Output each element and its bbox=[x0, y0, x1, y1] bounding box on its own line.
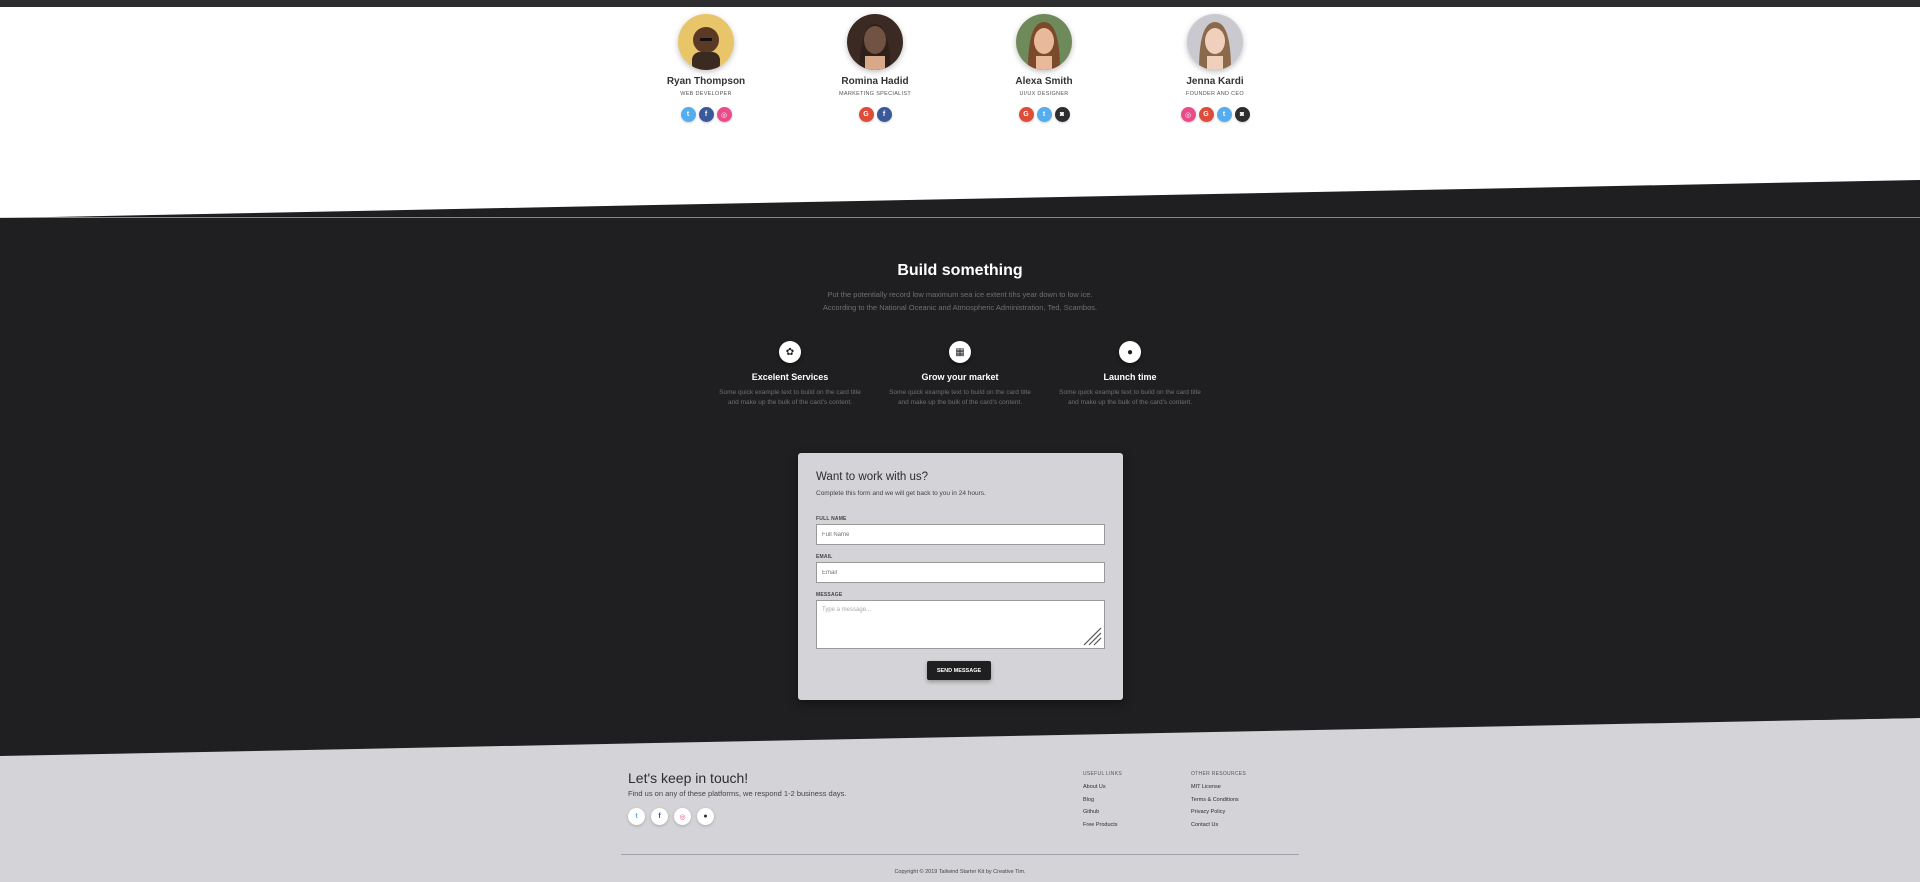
section-divider bbox=[0, 180, 1920, 218]
form-title: Want to work with us? bbox=[816, 471, 929, 483]
footer-link-about-us[interactable]: About Us bbox=[1083, 784, 1122, 790]
avatar bbox=[678, 14, 734, 70]
avatar bbox=[1187, 14, 1243, 70]
footer-link-contact-us[interactable]: Contact Us bbox=[1191, 822, 1246, 828]
github-icon[interactable]: ● bbox=[697, 808, 714, 825]
fullname-input[interactable] bbox=[816, 524, 1105, 545]
google-icon[interactable]: G bbox=[1198, 107, 1214, 122]
feature-text-line: Some quick example text to build on the … bbox=[719, 389, 861, 396]
feature-text-line: Some quick example text to build on the … bbox=[889, 389, 1031, 396]
medal-icon: ✿ bbox=[779, 341, 801, 363]
feature-card: ✿ Excelent Services Some quick example t… bbox=[705, 341, 875, 408]
feature-text-line: and make up the bulk of the card's conte… bbox=[727, 399, 853, 406]
feature-title: Excelent Services bbox=[751, 372, 829, 382]
feature-text: Some quick example text to build on the … bbox=[875, 388, 1045, 408]
feature-title: Grow your market bbox=[921, 372, 999, 382]
email-label: EMAIL bbox=[816, 554, 833, 560]
send-message-button[interactable]: SEND MESSAGE bbox=[927, 661, 991, 680]
instagram-icon[interactable]: ◙ bbox=[1234, 107, 1250, 122]
member-socials: ◎ G t ◙ bbox=[1130, 107, 1300, 122]
member-name: Ryan Thompson bbox=[666, 76, 746, 87]
footer-link-blog[interactable]: Blog bbox=[1083, 797, 1122, 803]
build-subtitle: Put the potentially record low maximum s… bbox=[760, 288, 1160, 314]
feature-text-line: and make up the bulk of the card's conte… bbox=[1067, 399, 1193, 406]
fullname-label: FULL NAME bbox=[816, 516, 847, 522]
email-input[interactable] bbox=[816, 562, 1105, 583]
footer-socials: t f ◎ ● bbox=[628, 808, 714, 825]
feature-title: Launch time bbox=[1103, 372, 1157, 382]
other-resources: OTHER RESOURCES MIT License Terms & Cond… bbox=[1191, 771, 1246, 834]
lightbulb-icon: ● bbox=[1119, 341, 1141, 363]
team-member-card: Romina Hadid MARKETING SPECIALIST G f bbox=[790, 14, 960, 122]
resize-handle-icon[interactable] bbox=[1082, 626, 1102, 646]
member-socials: t f ◎ bbox=[621, 107, 791, 122]
feature-text-line: Some quick example text to build on the … bbox=[1059, 389, 1201, 396]
avatar bbox=[847, 14, 903, 70]
feature-text-line: and make up the bulk of the card's conte… bbox=[897, 399, 1023, 406]
dribbble-icon[interactable]: ◎ bbox=[1180, 107, 1196, 122]
footer-subtitle: Find us on any of these platforms, we re… bbox=[628, 789, 847, 798]
message-textarea[interactable]: Type a message... bbox=[816, 600, 1105, 649]
build-title: Build something bbox=[897, 262, 1023, 279]
google-icon[interactable]: G bbox=[858, 107, 874, 122]
member-name: Jenna Kardi bbox=[1186, 76, 1244, 87]
message-label: MESSAGE bbox=[816, 592, 843, 598]
build-subtitle-line: Put the potentially record low maximum s… bbox=[827, 290, 1093, 299]
team-member-card: Alexa Smith UI/UX DESIGNER G t ◙ bbox=[959, 14, 1129, 122]
twitter-icon[interactable]: t bbox=[680, 107, 696, 122]
footer-divider bbox=[0, 718, 1920, 756]
message-placeholder: Type a message... bbox=[822, 607, 872, 613]
member-name: Romina Hadid bbox=[841, 76, 909, 87]
facebook-icon[interactable]: f bbox=[651, 808, 668, 825]
footer-link-terms[interactable]: Terms & Conditions bbox=[1191, 797, 1246, 803]
feature-text: Some quick example text to build on the … bbox=[705, 388, 875, 408]
useful-links-title: USEFUL LINKS bbox=[1083, 771, 1122, 777]
member-role: UI/UX DESIGNER bbox=[1019, 91, 1069, 97]
member-name: Alexa Smith bbox=[1015, 76, 1073, 87]
member-socials: G f bbox=[790, 107, 960, 122]
footer-link-privacy[interactable]: Privacy Policy bbox=[1191, 809, 1246, 815]
useful-links: USEFUL LINKS About Us Blog Github Free P… bbox=[1083, 771, 1122, 834]
facebook-icon[interactable]: f bbox=[876, 107, 892, 122]
member-role: MARKETING SPECIALIST bbox=[838, 91, 911, 97]
form-subtitle: Complete this form and we will get back … bbox=[816, 490, 986, 497]
feature-text: Some quick example text to build on the … bbox=[1045, 388, 1215, 408]
feature-card: ● Launch time Some quick example text to… bbox=[1045, 341, 1215, 408]
member-socials: G t ◙ bbox=[959, 107, 1129, 122]
team-member-card: Ryan Thompson WEB DEVELOPER t f ◎ bbox=[621, 14, 791, 122]
dribbble-icon[interactable]: ◎ bbox=[716, 107, 732, 122]
facebook-icon[interactable]: f bbox=[698, 107, 714, 122]
dribbble-icon[interactable]: ◎ bbox=[674, 808, 691, 825]
footer-divider-line bbox=[621, 854, 1299, 855]
member-role: WEB DEVELOPER bbox=[680, 91, 732, 97]
footer-link-github[interactable]: Github bbox=[1083, 809, 1122, 815]
divider-line bbox=[0, 217, 1920, 218]
member-role: FOUNDER AND CEO bbox=[1186, 91, 1244, 97]
team-member-card: Jenna Kardi FOUNDER AND CEO ◎ G t ◙ bbox=[1130, 14, 1300, 122]
footer-title: Let's keep in touch! bbox=[628, 770, 749, 786]
google-icon[interactable]: G bbox=[1018, 107, 1034, 122]
chart-icon: ▦ bbox=[949, 341, 971, 363]
instagram-icon[interactable]: ◙ bbox=[1054, 107, 1070, 122]
footer-link-mit-license[interactable]: MIT License bbox=[1191, 784, 1246, 790]
twitter-icon[interactable]: t bbox=[1036, 107, 1052, 122]
build-subtitle-line: According to the National Oceanic and At… bbox=[822, 303, 1098, 312]
other-resources-title: OTHER RESOURCES bbox=[1191, 771, 1247, 777]
avatar bbox=[1016, 14, 1072, 70]
copyright-text: Copyright © 2019 Tailwind Starter Kit by… bbox=[894, 869, 1026, 875]
contact-form-card: Want to work with us? Complete this form… bbox=[798, 453, 1123, 700]
twitter-icon[interactable]: t bbox=[1216, 107, 1232, 122]
footer-link-free-products[interactable]: Free Products bbox=[1083, 822, 1122, 828]
top-bar bbox=[0, 0, 1920, 7]
feature-card: ▦ Grow your market Some quick example te… bbox=[875, 341, 1045, 408]
twitter-icon[interactable]: t bbox=[628, 808, 645, 825]
